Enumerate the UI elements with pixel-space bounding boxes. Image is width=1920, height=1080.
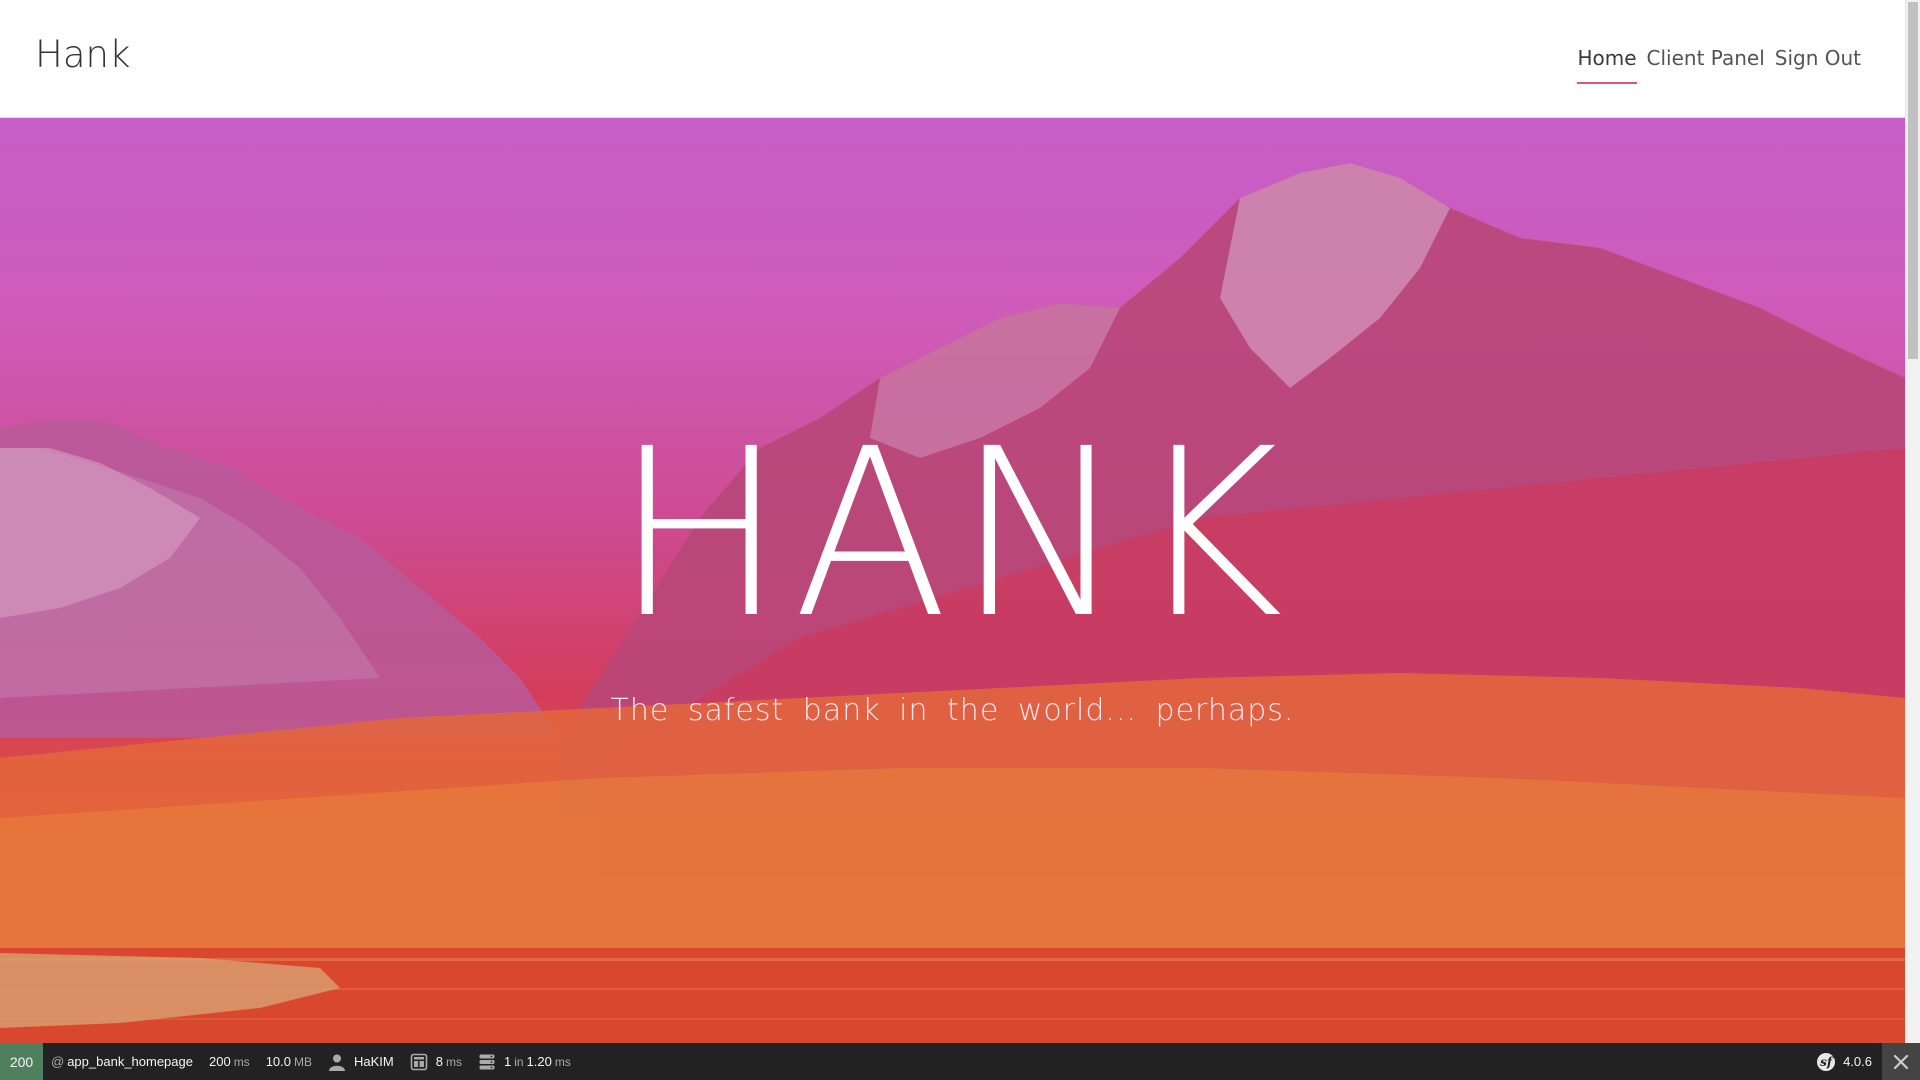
- memory-item[interactable]: 10.0 MB: [258, 1043, 320, 1080]
- symfony-version-item[interactable]: sf 4.0.6: [1809, 1043, 1882, 1080]
- database-item[interactable]: 1 in 1.20 ms: [470, 1043, 579, 1080]
- db-in-text: in: [514, 1054, 524, 1069]
- render-unit: ms: [445, 1054, 462, 1069]
- time-unit: ms: [233, 1054, 250, 1069]
- symfony-logo-icon: sf: [1817, 1052, 1836, 1071]
- brand-logo-link[interactable]: Hank: [35, 33, 130, 76]
- db-time-value: 1.20: [526, 1054, 552, 1069]
- close-icon: [1893, 1054, 1909, 1069]
- hero-banner: HANK The safest bank in the world... per…: [0, 118, 1905, 1043]
- template-icon: [410, 1053, 428, 1070]
- status-code-badge[interactable]: 200: [0, 1043, 43, 1080]
- route-item[interactable]: @ app_bank_homepage: [43, 1043, 201, 1080]
- nav-client-panel-link[interactable]: Client Panel: [1647, 46, 1765, 84]
- top-navbar: Hank Home Client Panel Sign Out: [0, 0, 1905, 118]
- status-code-text: 200: [9, 1053, 34, 1070]
- memory-value: 10.0: [265, 1054, 291, 1069]
- hero-subtitle: The safest bank in the world... perhaps.: [610, 693, 1295, 728]
- main-nav: Home Client Panel Sign Out: [1577, 46, 1861, 84]
- page-scrollbar[interactable]: [1905, 0, 1920, 1043]
- scrollbar-thumb[interactable]: [1908, 2, 1918, 359]
- database-icon: [479, 1054, 495, 1069]
- nav-home-link[interactable]: Home: [1577, 46, 1637, 84]
- route-name: app_bank_homepage: [67, 1054, 193, 1069]
- user-item[interactable]: HaKIM: [320, 1043, 402, 1080]
- render-value: 8: [435, 1054, 443, 1069]
- db-query-count: 1: [503, 1054, 512, 1069]
- render-time-item[interactable]: 8 ms: [402, 1043, 470, 1080]
- hero-title: HANK: [613, 399, 1292, 669]
- time-value: 200: [208, 1054, 231, 1069]
- db-time-unit: ms: [554, 1054, 571, 1069]
- at-symbol: @: [51, 1054, 65, 1069]
- symfony-version: 4.0.6: [1843, 1054, 1872, 1069]
- memory-unit: MB: [294, 1054, 312, 1069]
- debug-toolbar: 200 @ app_bank_homepage 200 ms 10.0 MB H…: [0, 1043, 1920, 1080]
- user-name: HaKIM: [354, 1054, 394, 1069]
- time-item[interactable]: 200 ms: [201, 1043, 258, 1080]
- user-icon: [329, 1054, 345, 1071]
- nav-sign-out-link[interactable]: Sign Out: [1775, 46, 1861, 84]
- toolbar-close-button[interactable]: [1882, 1043, 1920, 1080]
